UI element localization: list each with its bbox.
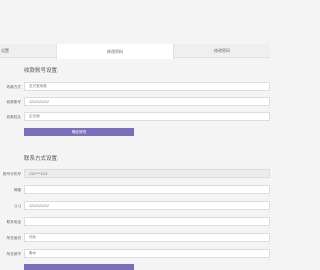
tab-change-password[interactable]: 修改密码 <box>174 44 270 57</box>
email-row: 邮箱 <box>0 185 270 195</box>
confirm-contact-button[interactable] <box>24 264 134 270</box>
confirm-payment-button[interactable]: 确定修改 <box>24 128 134 136</box>
payment-name-field[interactable]: 企业版 <box>24 112 270 121</box>
email-label: 邮箱 <box>13 188 21 192</box>
qq-label: Q Q <box>14 204 21 208</box>
city-select[interactable]: 衡水 <box>24 249 270 258</box>
tab-bar: 设置 修改资料 修改密码 <box>0 44 270 59</box>
contact-phone-row: 联系电话 <box>0 217 270 227</box>
qq-row: Q Q 1212121212 <box>0 201 270 211</box>
payment-account-field[interactable]: 1212121212 <box>24 97 270 106</box>
payment-method-row: 收款方式 支付宝收款 <box>0 82 270 92</box>
province-label: 所在省份 <box>6 236 21 240</box>
payment-section-title: 收款账号设置: <box>24 68 59 74</box>
payment-method-label: 收款方式 <box>6 85 21 89</box>
phone-row: 账号手机号 131****1111 <box>0 169 270 179</box>
province-select[interactable]: 河北 <box>24 233 270 242</box>
province-row: 所在省份 河北 <box>0 233 270 243</box>
payment-account-row: 收款账号 1212121212 <box>0 97 270 107</box>
contact-phone-label: 联系电话 <box>6 220 21 224</box>
email-field[interactable] <box>24 185 270 194</box>
qq-field[interactable]: 1212121212 <box>24 201 270 210</box>
payment-name-row: 收款姓名 企业版 <box>0 112 270 122</box>
payment-name-label: 收款姓名 <box>6 115 21 119</box>
city-label: 所在城市 <box>6 252 21 256</box>
tab-edit-profile[interactable]: 修改资料 <box>56 44 174 59</box>
contact-section-title: 联系方式设置: <box>24 156 59 162</box>
phone-field: 131****1111 <box>24 169 270 178</box>
payment-account-label: 收款账号 <box>6 100 21 104</box>
contact-phone-field[interactable] <box>24 217 270 226</box>
city-row: 所在城市 衡水 <box>0 249 270 259</box>
phone-label: 账号手机号 <box>3 172 21 176</box>
tab-settings[interactable]: 设置 <box>0 44 56 57</box>
payment-method-field[interactable]: 支付宝收款 <box>24 82 270 91</box>
